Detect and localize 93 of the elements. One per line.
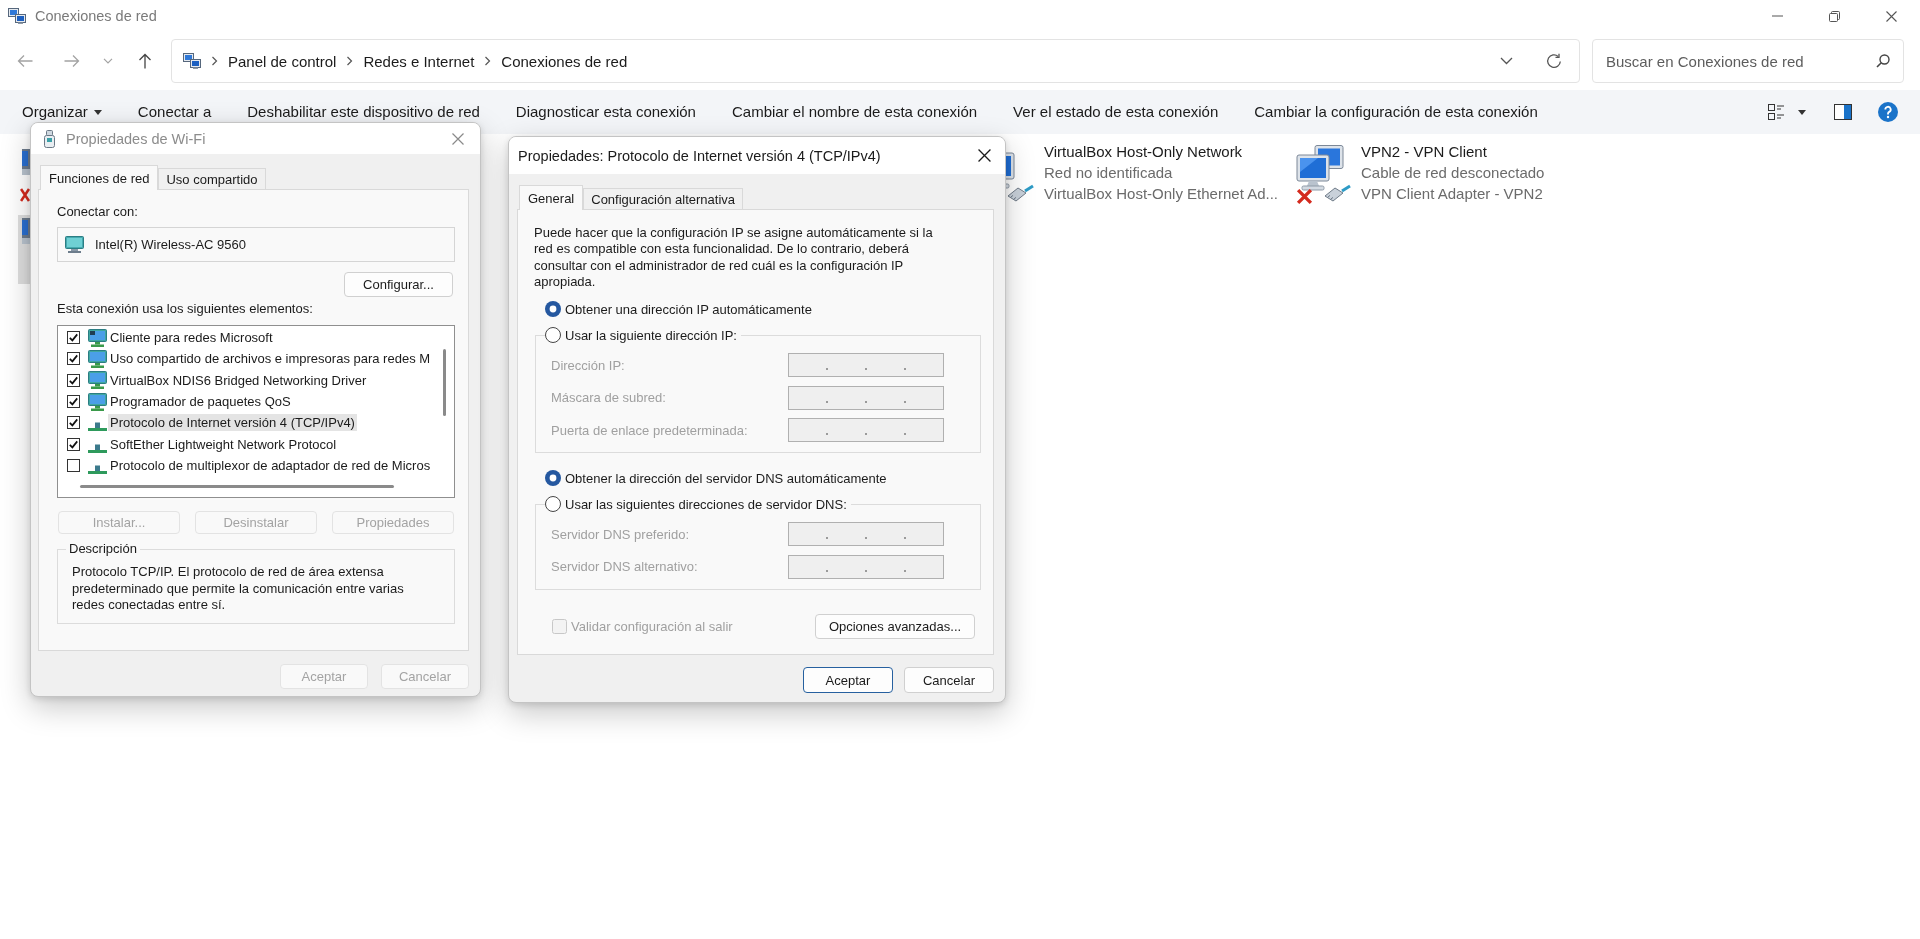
connection-name: VPN2 - VPN Client bbox=[1361, 142, 1488, 162]
horizontal-scrollbar[interactable] bbox=[80, 485, 394, 488]
list-item-label[interactable]: SoftEther Lightweight Network Protocol bbox=[108, 435, 339, 453]
dialog-button[interactable]: Aceptar bbox=[803, 667, 893, 693]
computer-icon bbox=[88, 371, 107, 390]
chevron-right-icon[interactable] bbox=[484, 56, 492, 66]
chevron-down-icon[interactable] bbox=[1500, 57, 1513, 65]
vertical-scrollbar[interactable] bbox=[443, 349, 446, 416]
chevron-right-icon[interactable] bbox=[346, 56, 354, 66]
list-item-label[interactable]: VirtualBox NDIS6 Bridged Networking Driver bbox=[108, 371, 369, 389]
field-label: Servidor DNS alternativo: bbox=[551, 559, 699, 575]
checkbox[interactable] bbox=[67, 416, 80, 430]
field-label: Dirección IP: bbox=[551, 357, 626, 373]
dialog-button[interactable]: Cancelar bbox=[904, 667, 994, 693]
chevron-right-icon[interactable] bbox=[211, 56, 218, 66]
radio-button[interactable] bbox=[545, 496, 561, 513]
field-label: Máscara de subred: bbox=[551, 390, 667, 406]
checkbox[interactable] bbox=[67, 458, 80, 472]
group-title: Descripción bbox=[68, 542, 138, 556]
search-icon[interactable] bbox=[1876, 54, 1890, 68]
tab[interactable]: Configuración alternativa bbox=[583, 188, 744, 209]
list-item-label[interactable]: Programador de paquetes QoS bbox=[108, 393, 293, 411]
connection-name: VirtualBox Host-Only Network bbox=[1044, 142, 1244, 162]
description-text: Protocolo TCP/IP. El protocolo de red de área extensa predeterminado que permite la comunicación entre varias redes conectadas entre sí. bbox=[72, 564, 405, 614]
list-item-label[interactable]: Protocolo de Internet versión 4 (TCP/IPv4) bbox=[108, 414, 357, 432]
adapter-name: VPN Client Adapter - VPN2 bbox=[1361, 184, 1544, 204]
connection-item[interactable]: VPN2 - VPN Client Cable de red desconectado VPN Client Adapter - VPN2 bbox=[1295, 141, 1612, 207]
connection-status: Red no identificada bbox=[1044, 163, 1174, 183]
advanced-options-button[interactable]: Opciones avanzadas... bbox=[815, 613, 975, 639]
network-protocol-icon bbox=[88, 443, 107, 453]
field-label: Conectar con: bbox=[57, 205, 139, 219]
close-icon[interactable] bbox=[1886, 10, 1897, 22]
tab[interactable]: Uso compartido bbox=[158, 168, 266, 189]
close-icon[interactable] bbox=[978, 149, 991, 162]
checkbox-label: Validar configuración al salir bbox=[571, 618, 733, 634]
checkbox[interactable] bbox=[67, 352, 80, 366]
configure-button[interactable]: Configurar... bbox=[344, 272, 453, 297]
adapter-name: VirtualBox Host-Only Ethernet Ad... bbox=[1044, 184, 1278, 204]
breadcrumb-link[interactable]: Conexiones de red bbox=[501, 52, 628, 70]
toolbar-button[interactable]: Deshabilitar este dispositivo de red bbox=[239, 100, 488, 124]
description-text: Puede hacer que la configuración IP se asigne automáticamente si la red es compatible con esta funcionalidad. De lo contrario, deberá consultar con el administrador de red cuál es la configuración IP apropiada. bbox=[534, 225, 934, 291]
computer-icon bbox=[88, 392, 107, 411]
breadcrumb-link[interactable]: Redes e Internet bbox=[363, 52, 475, 70]
window-title: Conexiones de red bbox=[35, 8, 157, 24]
radio-label: Usar las siguientes direcciones de servidor DNS: bbox=[565, 496, 847, 512]
list-item-label[interactable]: Cliente para redes Microsoft bbox=[108, 329, 275, 347]
network-computers-icon bbox=[8, 8, 26, 24]
tab[interactable]: General bbox=[519, 185, 584, 210]
computer-icon bbox=[88, 328, 107, 347]
preview-pane-icon[interactable] bbox=[1834, 104, 1852, 120]
restore-icon[interactable] bbox=[1829, 10, 1840, 22]
address-bar[interactable]: Panel de control Redes e Internet Conexiones de red bbox=[171, 39, 1580, 83]
radio-label: Usar la siguiente dirección IP: bbox=[565, 327, 737, 343]
connection-status: Cable de red desconectado bbox=[1361, 163, 1545, 183]
computer-icon bbox=[88, 349, 107, 368]
usb-stick-icon bbox=[44, 129, 55, 148]
radio-label: Obtener una dirección IP automáticamente bbox=[565, 301, 812, 317]
dialog-title: Propiedades: Protocolo de Internet versión 4 (TCP/IPv4) bbox=[518, 147, 881, 164]
checkbox[interactable] bbox=[67, 331, 80, 345]
caret-icon bbox=[93, 109, 102, 115]
breadcrumb-link[interactable]: Panel de control bbox=[228, 52, 337, 70]
radio-button[interactable] bbox=[545, 470, 561, 487]
network-computers-icon bbox=[183, 53, 201, 69]
toolbar-button[interactable]: Ver el estado de esta conexión bbox=[1005, 100, 1227, 124]
search-field[interactable]: Buscar en Conexiones de red bbox=[1592, 39, 1904, 83]
toolbar-button[interactable]: Cambiar el nombre de esta conexión bbox=[723, 100, 986, 124]
adapter-name: Intel(R) Wireless-AC 9560 bbox=[95, 237, 246, 252]
toolbar-button[interactable]: Organizar bbox=[14, 100, 110, 124]
dialog-title: Propiedades de Wi-Fi bbox=[66, 130, 206, 147]
list-item-label[interactable]: Protocolo de multiplexor de adaptador de red de Micros bbox=[108, 456, 433, 474]
radio-button[interactable] bbox=[545, 301, 561, 318]
checkbox[interactable] bbox=[67, 373, 80, 387]
toolbar-button[interactable]: Conectar a bbox=[129, 100, 220, 124]
field-label: Esta conexión usa los siguientes elementos: bbox=[57, 302, 314, 316]
checkbox[interactable] bbox=[67, 395, 80, 409]
radio-label: Obtener la dirección del servidor DNS automáticamente bbox=[565, 470, 887, 486]
field-label: Servidor DNS preferido: bbox=[551, 526, 690, 542]
tab[interactable]: Funciones de red bbox=[40, 165, 159, 190]
list-item-label[interactable]: Uso compartido de archivos e impresoras para redes M bbox=[108, 350, 433, 368]
computer-icon bbox=[65, 236, 84, 253]
refresh-icon[interactable] bbox=[1546, 53, 1562, 69]
up-arrow-icon[interactable] bbox=[137, 53, 153, 69]
toolbar-button[interactable]: Diagnosticar esta conexión bbox=[507, 100, 704, 124]
network-protocol-icon bbox=[88, 422, 107, 432]
help-icon[interactable] bbox=[1878, 102, 1898, 122]
field-label: Puerta de enlace predeterminada: bbox=[551, 422, 749, 438]
network-protocol-icon bbox=[88, 464, 107, 474]
checkbox[interactable] bbox=[67, 437, 80, 451]
view-options-icon[interactable] bbox=[1768, 104, 1784, 120]
toolbar-button[interactable]: Cambiar la configuración de esta conexión bbox=[1246, 100, 1546, 124]
radio-button[interactable] bbox=[545, 327, 561, 344]
connection-item[interactable] bbox=[18, 215, 30, 284]
caret-icon[interactable] bbox=[1798, 109, 1806, 115]
